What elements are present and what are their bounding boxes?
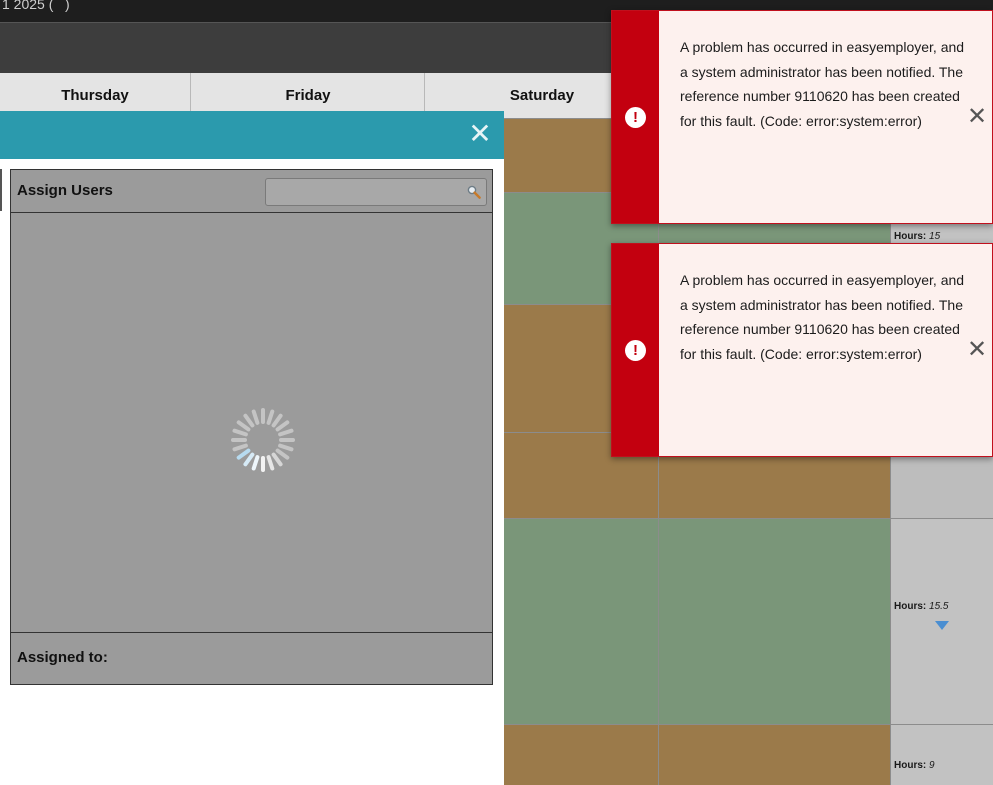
assign-users-modal: ✕ Assign Users Assigned to: xyxy=(0,111,504,785)
close-icon[interactable]: ✕ xyxy=(466,119,494,149)
error-toast: ! A problem has occurred in easyemployer… xyxy=(611,10,993,224)
hours-total: Hours: 9 xyxy=(894,760,935,771)
error-strip: ! xyxy=(612,244,659,456)
assigned-to-section: Assigned to: xyxy=(11,632,492,685)
hours-total: Hours: 15 xyxy=(894,231,941,242)
exclamation-icon: ! xyxy=(625,340,646,361)
search-icon[interactable] xyxy=(467,185,481,199)
error-message: A problem has occurred in easyemployer, … xyxy=(680,272,965,362)
search-box[interactable] xyxy=(265,178,487,206)
totals-cell: Hours: 9 xyxy=(890,724,993,785)
close-icon[interactable]: ✕ xyxy=(966,105,988,129)
assign-users-title: Assign Users xyxy=(17,182,113,199)
totals-cell: Hours: 15.5 xyxy=(890,518,993,724)
week-link[interactable] xyxy=(53,0,65,12)
error-strip: ! xyxy=(612,11,659,223)
assign-users-panel: Assign Users Assigned to: xyxy=(10,169,493,685)
error-toast: ! A problem has occurred in easyemployer… xyxy=(611,243,993,457)
arrow-down-icon[interactable] xyxy=(935,621,949,630)
exclamation-icon: ! xyxy=(625,107,646,128)
modal-header: ✕ xyxy=(0,111,504,159)
loading-spinner-icon xyxy=(231,408,295,472)
shift-cell[interactable] xyxy=(658,724,890,785)
assign-users-header: Assign Users xyxy=(11,170,492,213)
close-icon[interactable]: ✕ xyxy=(966,338,988,362)
shift-cell[interactable] xyxy=(658,518,890,724)
assigned-to-label: Assigned to: xyxy=(17,649,108,666)
panel-edge xyxy=(0,169,2,211)
error-message: A problem has occurred in easyemployer, … xyxy=(680,39,965,129)
search-input[interactable] xyxy=(266,179,460,205)
hours-total: Hours: 15.5 xyxy=(894,601,949,612)
week-label: 1 2025 ( ) xyxy=(2,0,70,12)
